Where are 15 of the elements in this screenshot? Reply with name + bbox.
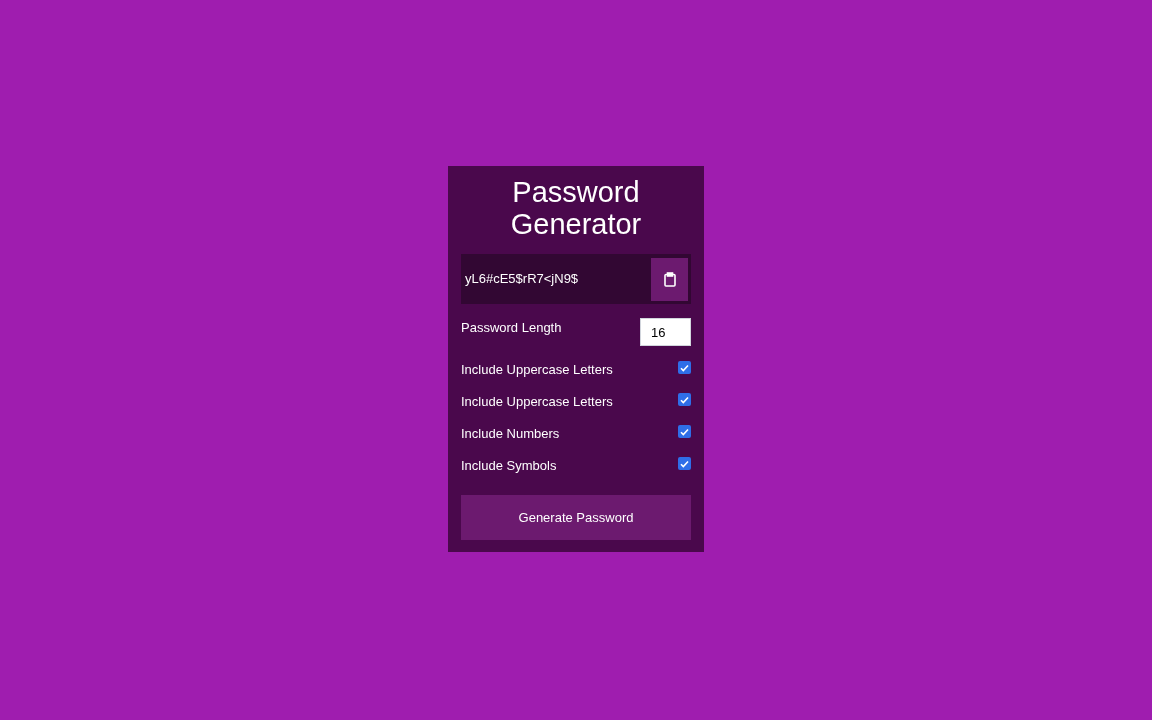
option-label: Include Uppercase Letters: [461, 393, 613, 412]
option-checkbox[interactable]: [678, 361, 691, 374]
option-label: Include Numbers: [461, 425, 560, 444]
option-label: Include Symbols: [461, 457, 557, 476]
length-input[interactable]: 16: [640, 318, 691, 346]
length-label: Password Length: [461, 320, 562, 336]
generate-button[interactable]: Generate Password: [461, 495, 691, 540]
copy-button[interactable]: [651, 257, 688, 301]
option-checkbox[interactable]: [678, 457, 691, 470]
app-title: Password Generator: [509, 176, 643, 240]
option-checkbox[interactable]: [678, 425, 691, 438]
option-checkbox[interactable]: [678, 393, 691, 406]
password-text: yL6#cE5$rR7<jN9$: [465, 270, 580, 289]
option-label: Include Uppercase Letters: [461, 361, 613, 380]
clipboard-icon: [663, 271, 676, 287]
